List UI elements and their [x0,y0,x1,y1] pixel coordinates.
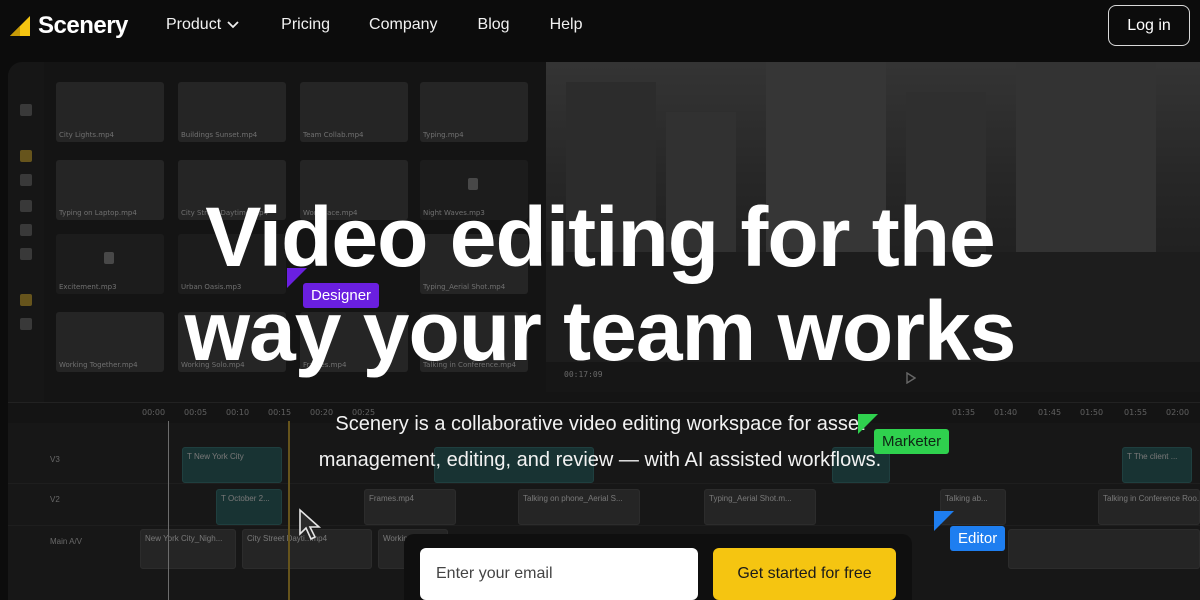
nav-item-product[interactable]: Product [166,16,239,34]
timeline-clip: Typing_Aerial Shot.m... [704,489,816,525]
trim-tool-icon [20,174,32,186]
subline-line-2: management, editing, and review — with A… [318,449,882,471]
login-button[interactable]: Log in [1108,5,1190,46]
brand-name: Scenery [38,12,128,39]
timeline-clip: Talking on phone_Aerial S... [518,489,640,525]
subline-line-1: Scenery is a collaborative video editing… [335,413,865,435]
nav-item-blog[interactable]: Blog [478,16,510,34]
editor-cursor-tag: Editor [950,526,1006,551]
timeline-clip [1008,529,1200,569]
hero-subheadline: Scenery is a collaborative video editing… [0,406,1200,478]
nav-item-label: Blog [477,16,510,33]
nav-item-company[interactable]: Company [369,16,437,34]
chevron-down-icon [227,16,239,34]
nav-item-label: Help [549,16,583,33]
media-icon [20,104,32,116]
nav-item-label: Company [369,16,438,33]
signup-form: Get started for free [404,534,912,600]
media-thumb: Typing.mp4 [420,82,528,142]
media-thumb: Buildings Sunset.mp4 [178,82,286,142]
media-thumb: Team Collab.mp4 [300,82,408,142]
media-thumb: City Lights.mp4 [56,82,164,142]
brand-logo[interactable]: Scenery [8,12,128,40]
nav-item-label: Product [166,16,222,33]
headline-line-1: Video editing for the [205,190,995,284]
nav-links: Product Pricing Company Blog Help [166,16,582,34]
track-label: V2 [50,495,60,504]
nav-item-label: Pricing [281,16,331,33]
mouse-pointer-icon [298,508,322,547]
designer-cursor-tag: Designer [303,283,380,308]
timeline-clip: Frames.mp4 [364,489,456,525]
select-tool-icon [20,150,32,162]
timeline-clip: New York City_Nigh... [140,529,236,569]
track-label: Main A/V [50,537,83,546]
timeline-clip: T October 2... [216,489,282,525]
nav-item-pricing[interactable]: Pricing [281,16,330,34]
top-nav: Scenery Product Pricing Company Blog Hel… [0,0,1200,52]
hero-headline: Video editing for the way your team work… [0,190,1200,378]
nav-item-help[interactable]: Help [550,16,583,34]
timeline-clip: Talking in Conference Roo... [1098,489,1200,525]
email-input[interactable] [420,548,698,600]
get-started-button[interactable]: Get started for free [713,548,896,600]
marketer-cursor-tag: Marketer [874,429,950,454]
scenery-logo-icon [8,14,32,38]
